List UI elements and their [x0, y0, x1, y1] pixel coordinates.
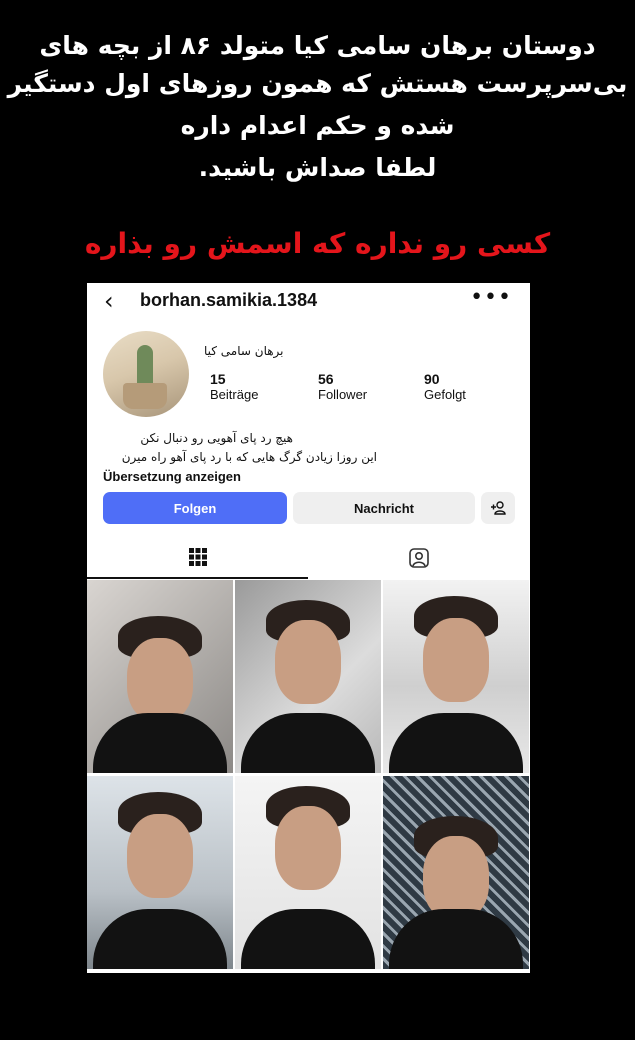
tab-grid[interactable]	[87, 537, 308, 579]
avatar[interactable]	[103, 331, 189, 417]
caption-line-4: لطفا صداش باشید.	[198, 153, 437, 182]
stat-followers-label: Follower	[318, 387, 368, 402]
profile-username: borhan.samikia.1384	[140, 290, 318, 310]
shirt-shape	[389, 909, 523, 969]
face-shape	[423, 836, 489, 920]
follow-button[interactable]: Folgen	[103, 492, 287, 524]
face-shape	[423, 618, 489, 702]
add-user-glyph	[491, 501, 506, 515]
caption-highlight: کسی رو نداره که اسمش رو بذاره	[84, 227, 551, 260]
stat-following-value: 90	[424, 371, 440, 387]
face-shape	[275, 806, 341, 890]
profile-header-bar: ‹ borhan.samikia.1384 •••	[87, 283, 530, 319]
caption-line-1: دوستان برهان سامی کیا متولد ۸۶ از بچه ها…	[39, 31, 596, 60]
tab-tagged[interactable]	[308, 537, 529, 579]
post-thumbnail[interactable]	[383, 776, 529, 969]
face-shape	[127, 638, 193, 722]
post-grid	[87, 580, 530, 973]
shirt-shape	[241, 713, 375, 773]
shirt-shape	[93, 909, 227, 969]
shirt-shape	[389, 713, 523, 773]
post-thumbnail[interactable]	[383, 580, 529, 773]
stat-posts-label: Beiträge	[210, 387, 259, 402]
cactus-shape	[137, 345, 153, 387]
display-name: برهان سامی کیا	[204, 344, 284, 358]
stat-following-label: Gefolgt	[424, 387, 466, 402]
post-thumbnail[interactable]	[235, 580, 381, 773]
profile-screenshot: ‹ borhan.samikia.1384 ••• برهان سامی کیا…	[87, 283, 530, 973]
stat-followers[interactable]: 56 Follower	[318, 371, 367, 402]
profile-tabs	[87, 537, 530, 579]
face-shape	[127, 814, 193, 898]
stat-posts[interactable]: 15 Beiträge	[210, 371, 258, 402]
post-thumbnail[interactable]	[87, 580, 233, 773]
post-thumbnail[interactable]	[87, 776, 233, 969]
shirt-shape	[93, 713, 227, 773]
tagged-icon	[408, 548, 429, 568]
translate-link[interactable]: Übersetzung anzeigen	[103, 469, 241, 484]
more-dots-icon[interactable]: •••	[470, 285, 512, 310]
post-thumbnail[interactable]	[235, 776, 381, 969]
message-button[interactable]: Nachricht	[293, 492, 475, 524]
caption-line-2: بی‌سرپرست هستش که همون روزهای اول دستگیر	[7, 69, 628, 98]
stat-following[interactable]: 90 Gefolgt	[424, 371, 466, 402]
bio-line-1: هیچ رد پای آهویی رو دنبال نکن	[140, 431, 293, 445]
pot-shape	[123, 383, 167, 409]
face-shape	[275, 620, 341, 704]
shirt-shape	[241, 909, 375, 969]
caption-line-3: شده و حکم اعدام داره	[180, 111, 455, 140]
stat-followers-value: 56	[318, 371, 334, 387]
add-user-icon[interactable]	[481, 492, 515, 524]
stat-posts-value: 15	[210, 371, 226, 387]
bio-line-2: این روزا زیادن گرگ هایی که با رد پای آهو…	[121, 450, 377, 464]
grid-icon	[188, 548, 207, 566]
chevron-left-icon[interactable]: ‹	[104, 287, 114, 315]
